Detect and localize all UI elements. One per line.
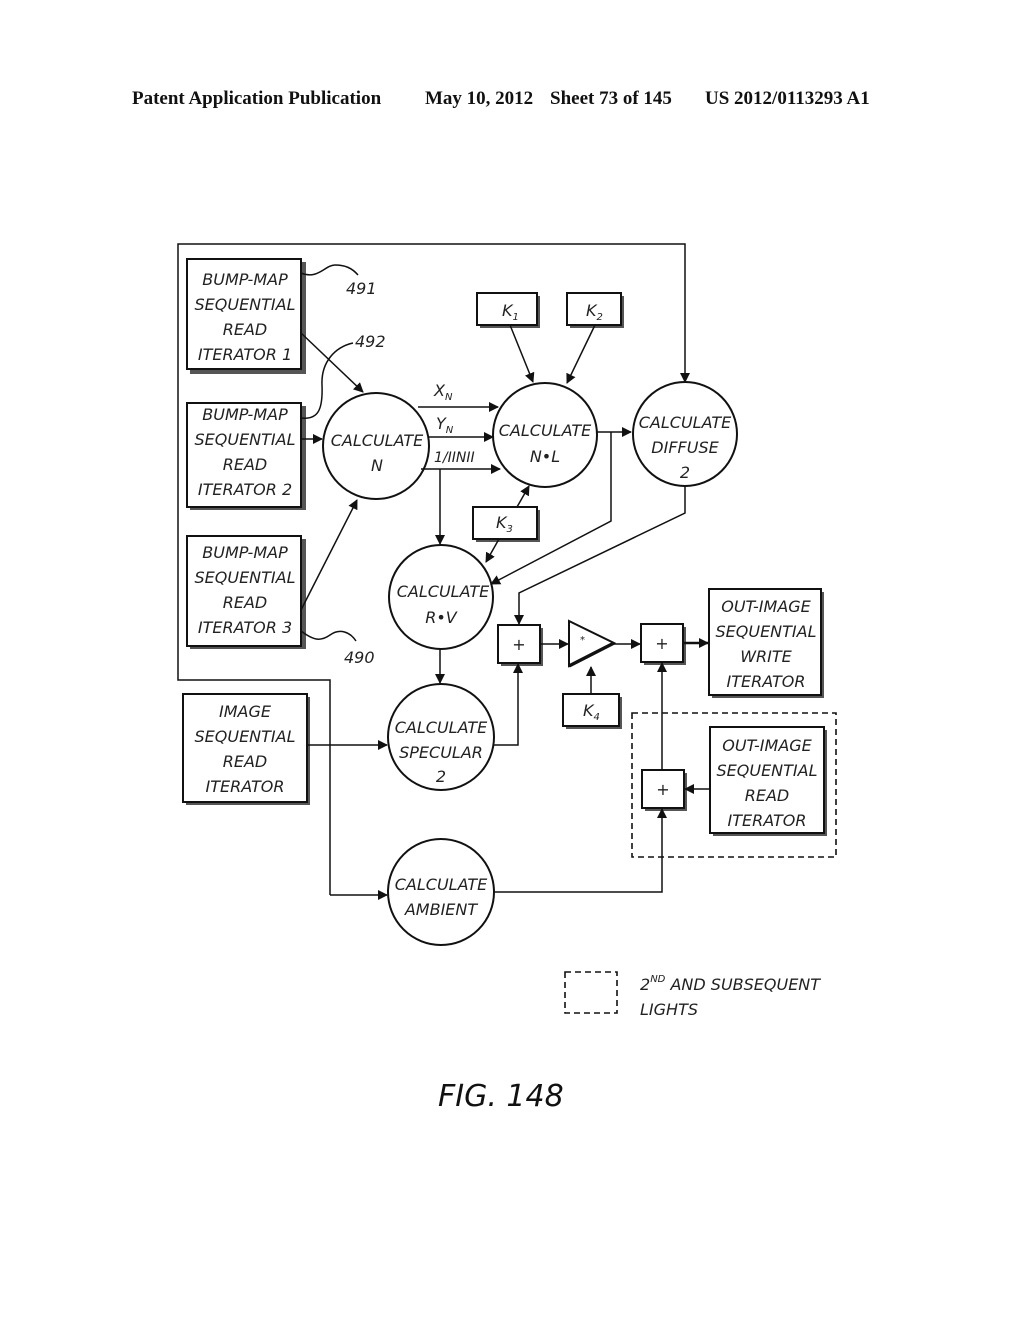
calculate-specular-process: CALCULATE SPECULAR 2 xyxy=(387,683,495,791)
out-read-line-4: ITERATOR xyxy=(728,811,807,830)
bump3-line-3: READ xyxy=(223,593,268,612)
constant-k2: K2 xyxy=(566,292,624,328)
reference-491: 491 xyxy=(346,279,377,298)
bump1-line-3: READ xyxy=(223,320,268,339)
calculate-nl-process: CALCULATE N•L xyxy=(492,382,598,488)
out-read-line-1: OUT-IMAGE xyxy=(722,736,812,755)
calculate-n-process: CALCULATE N xyxy=(322,392,430,500)
calculate-rv-process: CALCULATE R•V xyxy=(388,544,494,650)
calc-rv-line-2: R•V xyxy=(425,608,458,627)
legend-line-2: LIGHTS xyxy=(640,1000,698,1019)
bump3-line-2: SEQUENTIAL xyxy=(195,568,296,587)
bump1-line-2: SEQUENTIAL xyxy=(195,295,296,314)
calc-diffuse-line-2: DIFFUSE xyxy=(651,438,719,457)
calc-n-line-1: CALCULATE xyxy=(331,431,424,450)
bump2-line-4: ITERATOR 2 xyxy=(198,480,292,499)
calc-ambient-line-1: CALCULATE xyxy=(395,875,488,894)
calc-nl-line-2: N•L xyxy=(530,447,560,466)
image-line-3: READ xyxy=(223,752,268,771)
calc-specular-line-3: 2 xyxy=(436,767,446,786)
image-line-4: ITERATOR xyxy=(206,777,285,796)
reference-492: 492 xyxy=(355,332,386,351)
calc-diffuse-line-1: CALCULATE xyxy=(639,413,732,432)
out-write-line-3: WRITE xyxy=(740,647,792,666)
legend-line-1: 2ND AND SUBSEQUENT xyxy=(640,974,821,994)
multiplier-symbol: * xyxy=(580,635,585,646)
constant-k3: K3 xyxy=(472,506,540,542)
calc-specular-line-2: SPECULAR xyxy=(399,743,483,762)
adder-specular-diffuse: + xyxy=(497,624,543,666)
legend-dashed-box xyxy=(564,971,618,1014)
out-write-line-4: ITERATOR xyxy=(727,672,806,691)
image-read-iterator: IMAGE SEQUENTIAL READ ITERATOR xyxy=(182,693,310,805)
flow-diagram: BUMP-MAP SEQUENTIAL READ ITERATOR 1 BUMP… xyxy=(177,243,837,1114)
calc-nl-line-1: CALCULATE xyxy=(499,421,592,440)
constant-k1: K1 xyxy=(476,292,540,328)
yn-signal-label: YN xyxy=(436,414,454,436)
out-read-line-3: READ xyxy=(745,786,790,805)
adder-3-symbol: + xyxy=(656,780,669,799)
out-image-write-iterator: OUT-IMAGE SEQUENTIAL WRITE ITERATOR xyxy=(708,588,824,698)
bump-map-iterator-2: BUMP-MAP SEQUENTIAL READ ITERATOR 2 xyxy=(186,402,306,510)
inverse-norm-signal-label: 1/IINII xyxy=(434,450,475,466)
out-read-line-2: SEQUENTIAL xyxy=(717,761,818,780)
calc-n-line-2: N xyxy=(371,456,383,475)
bump2-line-1: BUMP-MAP xyxy=(202,405,288,424)
calc-diffuse-line-3: 2 xyxy=(680,463,690,482)
bump2-line-2: SEQUENTIAL xyxy=(195,430,296,449)
image-line-1: IMAGE xyxy=(219,702,272,721)
calculate-ambient-process: CALCULATE AMBIENT xyxy=(387,838,495,946)
calculate-diffuse-process: CALCULATE DIFFUSE 2 xyxy=(632,381,738,487)
bump-map-iterator-1: BUMP-MAP SEQUENTIAL READ ITERATOR 1 xyxy=(186,258,306,374)
calc-rv-line-1: CALCULATE xyxy=(397,582,490,601)
calc-specular-line-1: CALCULATE xyxy=(395,718,488,737)
bump-map-iterator-3: BUMP-MAP SEQUENTIAL READ ITERATOR 3 xyxy=(186,535,306,649)
out-image-read-iterator: OUT-IMAGE SEQUENTIAL READ ITERATOR xyxy=(709,726,827,836)
leader-490 xyxy=(300,630,357,642)
constant-k4: K4 xyxy=(562,693,622,729)
bump3-line-1: BUMP-MAP xyxy=(202,543,288,562)
adder-1-symbol: + xyxy=(512,635,525,654)
bump3-line-4: ITERATOR 3 xyxy=(198,618,292,637)
adder-subsequent-lights: + xyxy=(641,769,687,811)
multiplier: * xyxy=(568,619,617,668)
bump2-line-3: READ xyxy=(223,455,268,474)
out-write-line-2: SEQUENTIAL xyxy=(716,622,817,641)
leader-491 xyxy=(300,264,359,276)
xn-signal-label: XN xyxy=(433,381,453,403)
calc-ambient-line-2: AMBIENT xyxy=(404,900,479,919)
adder-2-symbol: + xyxy=(655,634,668,653)
bump1-line-1: BUMP-MAP xyxy=(202,270,288,289)
figure-caption: FIG. 148 xyxy=(438,1079,564,1114)
image-line-2: SEQUENTIAL xyxy=(195,727,296,746)
reference-490: 490 xyxy=(344,648,375,667)
adder-output: + xyxy=(640,623,686,665)
bump1-line-4: ITERATOR 1 xyxy=(198,345,292,364)
out-write-line-1: OUT-IMAGE xyxy=(721,597,811,616)
